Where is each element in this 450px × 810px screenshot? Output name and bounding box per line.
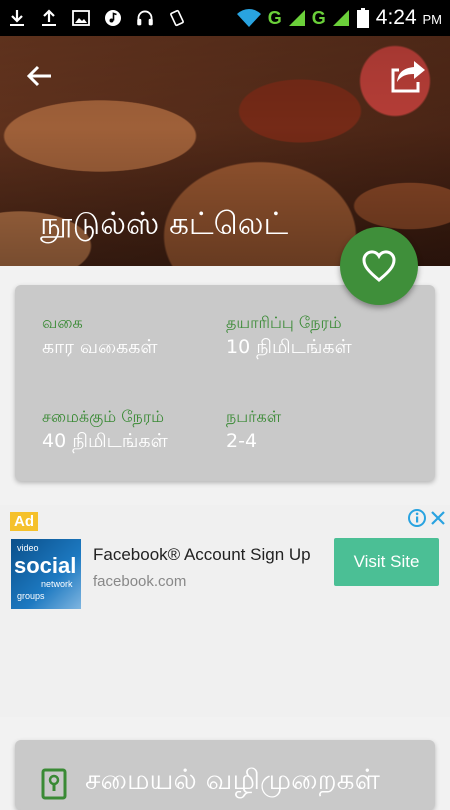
serves-info: நபர்கள் 2-4 <box>226 407 281 452</box>
ad-thumb-word: social <box>14 553 77 578</box>
recipe-title: நூடுல்ஸ் கட்லெட் <box>40 206 289 242</box>
book-icon <box>41 768 67 800</box>
category-label: வகை <box>42 313 83 332</box>
cook-time-label: சமைக்கும் நேரம் <box>42 407 164 426</box>
arrow-back-icon <box>26 65 51 87</box>
serves-label: நபர்கள் <box>226 407 282 426</box>
heart-outline-icon <box>362 250 396 282</box>
clock: 4:24 PM <box>375 6 442 29</box>
prep-time-info: தயாரிப்பு நேரம் 10 நிமிடங்கள் <box>226 313 352 361</box>
share-button[interactable] <box>390 58 428 94</box>
network-type-1: G <box>267 7 282 28</box>
cooking-method-title: சமையல் வழிமுறைகள் <box>85 763 380 796</box>
info-icon <box>408 509 426 527</box>
prep-time-label: தயாரிப்பு நேரம் <box>226 313 342 332</box>
serves-value: 2-4 <box>226 430 258 452</box>
headset-icon <box>136 9 154 27</box>
prep-time-value: 10 நிமிடங்கள் <box>226 336 352 358</box>
ad-thumb-word: groups <box>17 591 45 601</box>
battery-icon <box>356 8 370 28</box>
ad-close-button[interactable] <box>428 508 448 528</box>
category-value: கார வகைகள் <box>42 336 158 358</box>
ad-domain: facebook.com <box>93 573 187 590</box>
favorite-button[interactable] <box>340 227 418 305</box>
image-icon <box>72 9 90 27</box>
status-bar: G G 4:24 PM <box>0 0 450 36</box>
visit-site-button[interactable]: Visit Site <box>334 538 439 586</box>
signal-icon <box>332 9 350 27</box>
ad-thumb-word: network <box>41 579 73 589</box>
recipe-info-card: வகை கார வகைகள் தயாரிப்பு நேரம் 10 நிமிடங… <box>15 285 435 481</box>
upload-icon <box>40 9 58 27</box>
ad-badge: Ad <box>10 512 38 531</box>
status-notifications <box>8 9 186 27</box>
ad-thumb-word: video <box>17 543 39 553</box>
music-icon <box>104 9 122 27</box>
network-type-2: G <box>311 7 326 28</box>
wifi-icon <box>236 9 262 27</box>
signal-icon <box>288 9 306 27</box>
vibrate-icon <box>168 9 186 27</box>
back-button[interactable] <box>24 60 56 92</box>
close-icon <box>431 511 445 525</box>
ad-thumbnail[interactable]: video social network groups <box>11 539 81 609</box>
share-icon <box>391 61 425 93</box>
ad-info-button[interactable] <box>407 508 427 528</box>
status-system: G G 4:24 PM <box>236 6 442 30</box>
category-info: வகை கார வகைகள் <box>42 313 158 361</box>
cook-time-value: 40 நிமிடங்கள் <box>42 430 168 452</box>
cook-time-info: சமைக்கும் நேரம் 40 நிமிடங்கள் <box>42 407 168 455</box>
ad-title[interactable]: Facebook® Account Sign Up <box>93 545 311 565</box>
ad-banner: Ad video social network groups Facebook®… <box>0 505 450 717</box>
download-icon <box>8 9 26 27</box>
